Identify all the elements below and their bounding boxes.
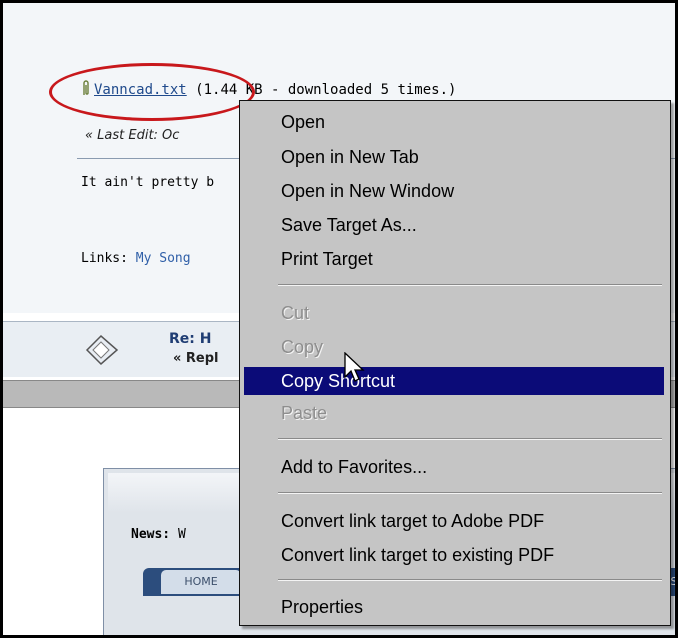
menu-item-convert-adobe-pdf[interactable]: Convert link target to Adobe PDF <box>244 507 664 535</box>
menu-separator <box>278 284 662 286</box>
menu-item-save-target[interactable]: Save Target As... <box>244 211 664 239</box>
menu-separator <box>278 579 662 581</box>
menu-item-open-new-tab[interactable]: Open in New Tab <box>244 143 664 171</box>
menu-separator <box>278 438 662 440</box>
menu-item-properties[interactable]: Properties <box>244 593 664 621</box>
links-value[interactable]: My Song <box>136 251 191 266</box>
post-body: It ain't pretty b <box>81 175 215 190</box>
menu-item-add-favorites[interactable]: Add to Favorites... <box>244 453 664 481</box>
menu-item-paste: Paste <box>281 403 328 423</box>
menu-item-cut: Cut <box>281 303 310 323</box>
menu-item-copy: Copy <box>281 337 324 357</box>
menu-item-convert-existing-pdf[interactable]: Convert link target to existing PDF <box>244 541 664 569</box>
news-value: W <box>177 527 186 542</box>
post-icon <box>85 334 119 366</box>
annotation-circle <box>49 63 255 121</box>
context-menu: Open Open in New Tab Open in New Window … <box>239 100 671 626</box>
browser-viewport: Vanncad.txt (1.44 KB - downloaded 5 time… <box>0 0 678 638</box>
reply-title[interactable]: Re: H <box>169 331 211 347</box>
news-label: News: <box>131 527 171 542</box>
mouse-pointer-icon <box>344 352 365 382</box>
menu-item-open[interactable]: Open <box>244 108 664 136</box>
menu-separator <box>278 492 662 494</box>
news-line: News: W <box>131 527 186 542</box>
links-label: Links: <box>81 251 128 266</box>
tab-home[interactable]: HOME <box>161 570 241 594</box>
reply-subtitle: « Repl <box>173 351 219 366</box>
menu-item-copy-shortcut[interactable]: Copy Shortcut <box>244 367 664 395</box>
menu-item-open-new-window[interactable]: Open in New Window <box>244 177 664 205</box>
menu-item-print-target[interactable]: Print Target <box>244 245 664 273</box>
signature-links: Links: My Song <box>81 251 191 266</box>
last-edit-text: « Last Edit: Oc <box>85 128 180 143</box>
